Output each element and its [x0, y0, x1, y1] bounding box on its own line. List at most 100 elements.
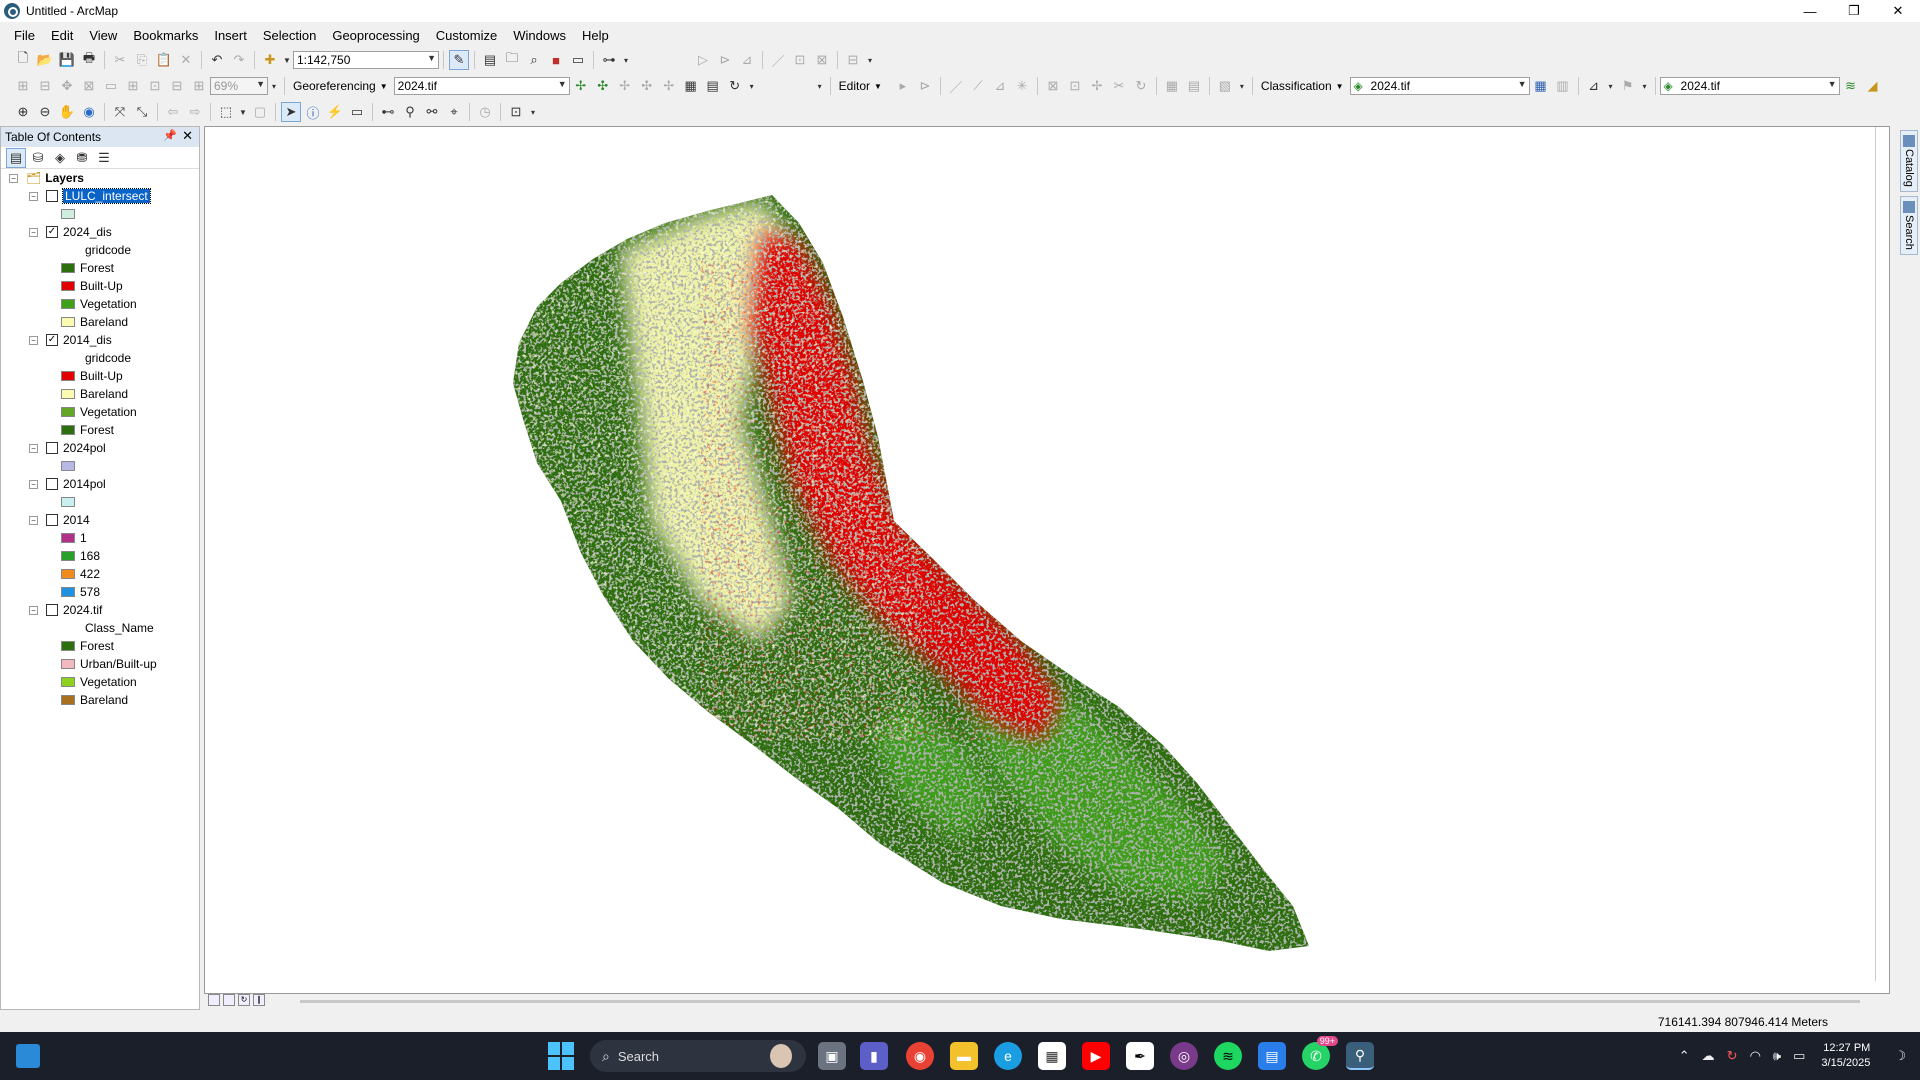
legend-class-row[interactable]: 422 — [61, 565, 100, 583]
create-viewer-window-icon[interactable]: ⊡ — [506, 102, 526, 122]
measure-icon[interactable]: ⊷ — [378, 102, 398, 122]
straight-segment-icon[interactable]: ／ — [768, 50, 788, 70]
layer-visibility-checkbox[interactable] — [46, 190, 58, 202]
layer-name[interactable]: 2014_dis — [63, 333, 112, 347]
microsoft-store-icon[interactable]: ▦ — [1038, 1042, 1066, 1070]
collapse-icon[interactable]: − — [29, 227, 38, 237]
map-display[interactable] — [204, 126, 1890, 994]
point-icon[interactable]: ⊿ — [990, 76, 1010, 96]
close-icon[interactable]: ✕ — [182, 128, 193, 144]
rotate-tool-icon[interactable]: ↻ — [1131, 76, 1151, 96]
toolbar-options-icon-6[interactable]: ▾ — [1237, 76, 1247, 96]
toolbar-options-icon-5[interactable]: ▾ — [815, 76, 825, 96]
find-icon[interactable]: ⚲ — [400, 102, 420, 122]
trace-icon[interactable]: ⟋ — [968, 76, 988, 96]
modelbuilder-icon[interactable]: ⊶ — [599, 50, 619, 70]
page-width-icon[interactable]: ▭ — [101, 76, 121, 96]
find-route-icon[interactable]: ⚯ — [422, 102, 442, 122]
widgets-icon[interactable] — [16, 1044, 40, 1068]
onedrive-icon[interactable]: ☁ — [1702, 1048, 1715, 1064]
search-window-icon[interactable]: ⌕ — [524, 50, 544, 70]
menu-bookmarks[interactable]: Bookmarks — [125, 26, 206, 45]
scale-icon[interactable]: ✣ — [637, 76, 657, 96]
straight-segment-icon-2[interactable]: ／ — [946, 76, 966, 96]
wifi-icon[interactable]: ◠ — [1750, 1048, 1761, 1064]
legend-class-row[interactable]: Forest — [61, 637, 114, 655]
legend-class-row[interactable] — [61, 205, 80, 223]
select-graphic-icon[interactable]: ▷ — [693, 50, 713, 70]
sync-icon[interactable]: ↻ — [1727, 1048, 1738, 1064]
collapse-icon[interactable]: − — [29, 335, 38, 345]
legend-field-row[interactable]: gridcode — [85, 241, 131, 259]
legend-class-row[interactable]: Forest — [61, 259, 114, 277]
toolbar-options-icon-8[interactable]: ▾ — [1640, 76, 1650, 96]
layer-row[interactable]: − ✓ 2014_dis — [29, 331, 112, 349]
fixed-zoom-out-arrows-icon[interactable]: ⤡ — [132, 102, 152, 122]
layer-name[interactable]: 2014 — [63, 513, 90, 527]
hyperlink-icon[interactable]: ⚡ — [325, 102, 345, 122]
rotate-icon[interactable]: ✢ — [571, 76, 591, 96]
layer-visibility-checkbox[interactable] — [46, 514, 58, 526]
time-slider-icon[interactable]: ◷ — [475, 102, 495, 122]
classification-menu[interactable]: Classification — [1257, 79, 1336, 93]
fixed-zoom-in-icon[interactable]: ⊞ — [13, 76, 33, 96]
chevron-up-icon[interactable]: ⌃ — [1679, 1048, 1690, 1064]
legend-class-row[interactable]: 168 — [61, 547, 100, 565]
legend-class-row[interactable] — [61, 457, 80, 475]
toolbar-options-icon[interactable]: ▾ — [621, 50, 631, 70]
layer-visibility-checkbox[interactable] — [46, 604, 58, 616]
layer-visibility-checkbox[interactable] — [46, 478, 58, 490]
georeferencing-menu[interactable]: Georeferencing — [289, 79, 380, 93]
undo-icon[interactable]: ↶ — [207, 50, 227, 70]
legend-class-row[interactable]: Vegetation — [61, 673, 137, 691]
zoom-out-icon[interactable]: ⊖ — [35, 102, 55, 122]
legend-class-row[interactable]: Bareland — [61, 385, 128, 403]
clear-selection-icon[interactable]: ▢ — [250, 102, 270, 122]
editor-toolbar-icon[interactable]: ✎ — [449, 50, 469, 70]
sketch-properties-icon[interactable]: ⊟ — [843, 50, 863, 70]
python-window-icon[interactable]: ▭ — [568, 50, 588, 70]
legend-class-row[interactable] — [61, 493, 80, 511]
zoom-100-icon[interactable]: ⊡ — [145, 76, 165, 96]
collapse-icon[interactable]: − — [29, 479, 38, 489]
vertical-scrollbar[interactable] — [1875, 127, 1889, 981]
toolbar-options-icon-7[interactable]: ▾ — [1606, 76, 1616, 96]
layer-visibility-checkbox[interactable]: ✓ — [46, 334, 58, 346]
close-button[interactable]: ✕ — [1876, 0, 1920, 22]
pan-hand-icon[interactable]: ✋ — [57, 102, 77, 122]
create-signature-icon[interactable]: ▥ — [1553, 76, 1573, 96]
collapse-icon[interactable]: − — [29, 515, 38, 525]
legend-class-row[interactable]: Vegetation — [61, 403, 137, 421]
toolbar-options-icon-9[interactable]: ▾ — [528, 102, 538, 122]
swipe-icon[interactable]: ≋ — [1841, 76, 1861, 96]
select-dropdown-icon[interactable]: ▼ — [238, 102, 248, 122]
pen-app-icon[interactable]: ✒ — [1126, 1042, 1154, 1070]
classification-layer-combo[interactable]: ◈ 2024.tif ▼ — [1349, 77, 1530, 95]
paste-icon[interactable]: 📋 — [154, 50, 174, 70]
notepad-icon[interactable]: ▤ — [1258, 1042, 1286, 1070]
file-explorer-icon[interactable]: ▬ — [950, 1042, 978, 1070]
collapse-icon[interactable]: − — [29, 191, 38, 201]
new-document-icon[interactable]: 🗋 — [13, 50, 33, 70]
split-tool-icon[interactable]: ✂ — [1109, 76, 1129, 96]
print-icon[interactable]: 🖶 — [79, 50, 99, 70]
taskbar-search-box[interactable]: ⌕ Search — [590, 1040, 806, 1072]
collapse-icon[interactable]: − — [9, 173, 18, 183]
legend-class-row[interactable]: Built-Up — [61, 367, 123, 385]
interactive-classification-icon[interactable]: ⚑ — [1618, 76, 1638, 96]
layer-row[interactable]: − 2024pol — [29, 439, 106, 457]
refresh-view-icon[interactable]: ↻ — [238, 994, 250, 1006]
minimize-button[interactable]: — — [1788, 0, 1832, 22]
legend-class-row[interactable]: Bareland — [61, 313, 128, 331]
layer-row[interactable]: − 2014 — [29, 511, 90, 529]
layer-name[interactable]: 2024.tif — [63, 603, 102, 617]
maximize-button[interactable]: ❐ — [1832, 0, 1876, 22]
list-by-selection-icon[interactable]: ⛃ — [72, 148, 92, 168]
open-icon[interactable]: 📂 — [35, 50, 55, 70]
go-back-icon[interactable]: ⇦ — [163, 102, 183, 122]
edit-tool-icon[interactable]: ▸ — [893, 76, 913, 96]
fixed-zoom-out-icon[interactable]: ⊟ — [35, 76, 55, 96]
menu-view[interactable]: View — [81, 26, 125, 45]
go-forward-icon[interactable]: ⇨ — [185, 102, 205, 122]
collapse-icon[interactable]: − — [29, 443, 38, 453]
